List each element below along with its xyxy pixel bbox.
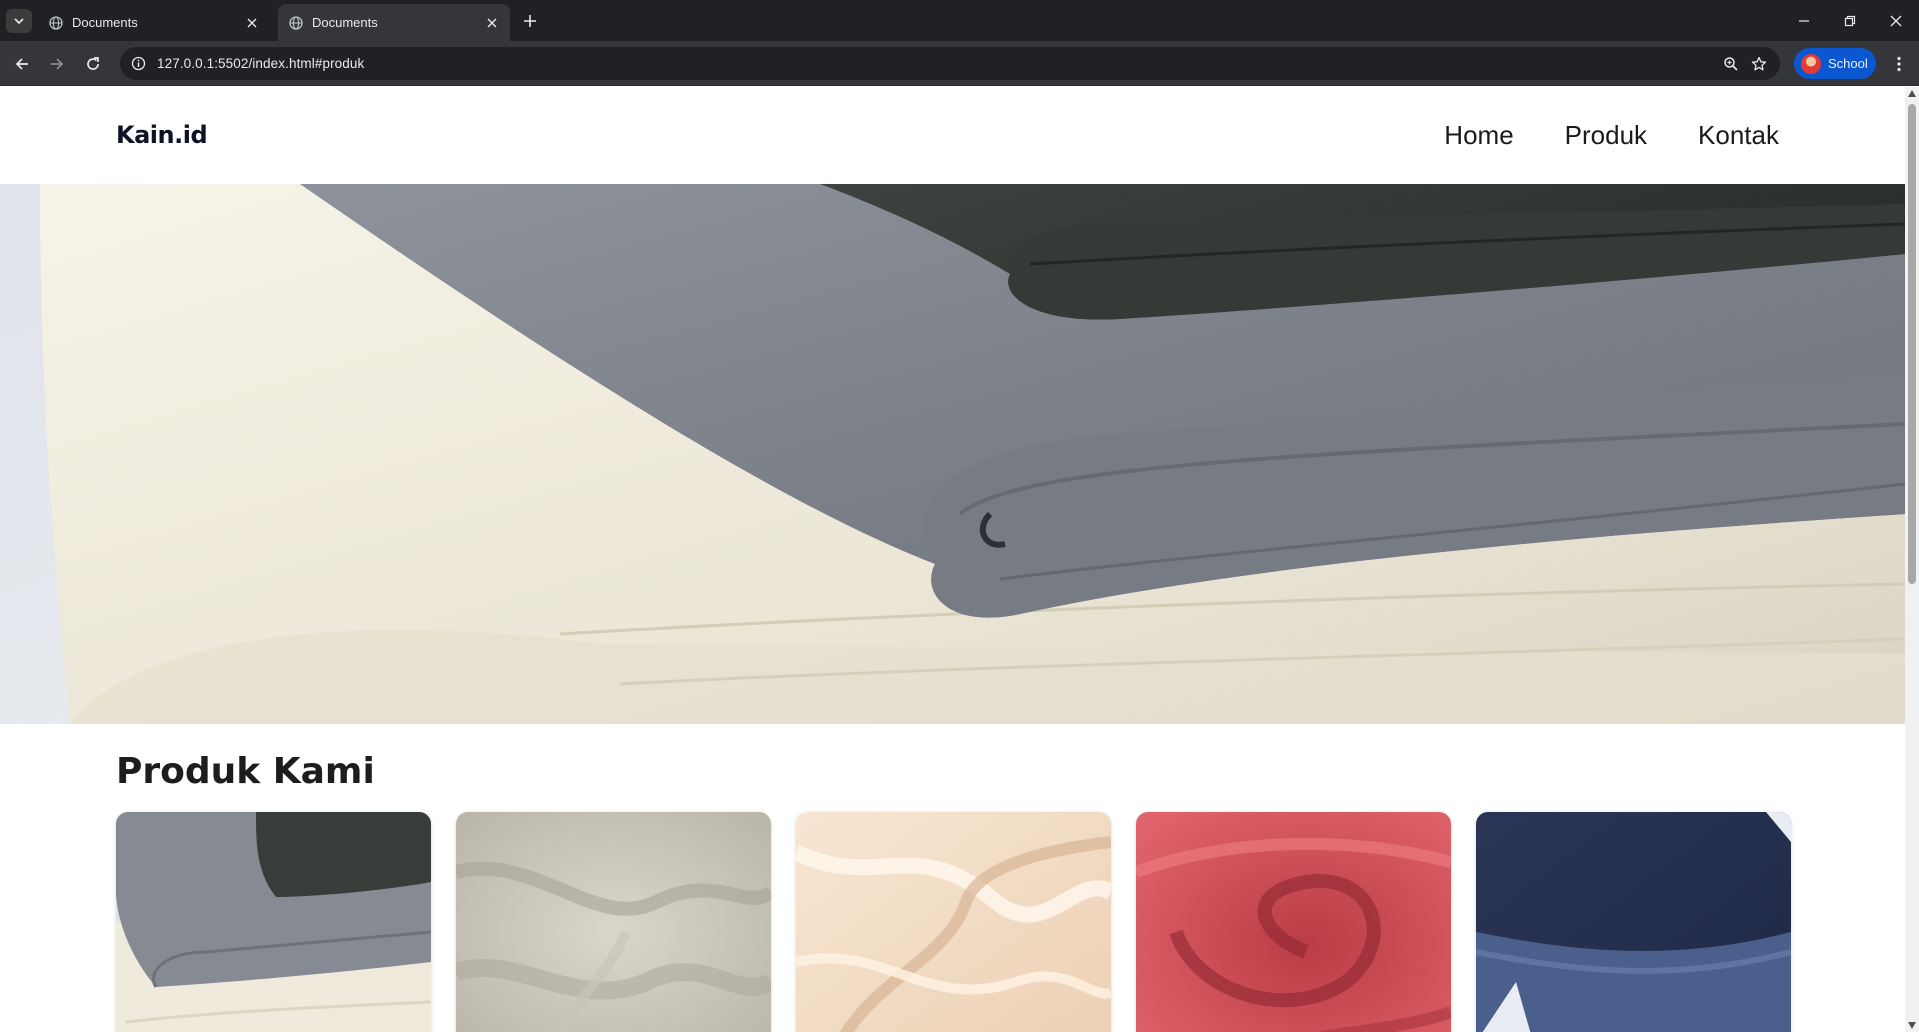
page-viewport: Kain.id Home Produk Kontak Produk Kami: [0, 87, 1905, 1032]
nav-link-home[interactable]: Home: [1444, 120, 1513, 151]
arrow-left-icon: [15, 58, 28, 70]
close-tab-icon[interactable]: [242, 13, 262, 33]
site-nav: Home Produk Kontak: [1393, 120, 1779, 151]
product-card[interactable]: [1476, 812, 1791, 1032]
tab-title: Documents: [72, 15, 138, 30]
scroll-down-icon[interactable]: [1908, 1022, 1916, 1029]
browser-toolbar: 127.0.0.1:5502/index.html#produk School: [0, 41, 1919, 86]
url-text: 127.0.0.1:5502/index.html#produk: [157, 56, 365, 71]
close-tab-icon[interactable]: [482, 13, 502, 33]
folded-cotton-fabric-image: [116, 812, 431, 1032]
browser-menu-button[interactable]: [1886, 49, 1912, 79]
zoom-icon[interactable]: [1720, 53, 1742, 75]
browser-tab-1[interactable]: Documents: [38, 4, 270, 41]
product-card[interactable]: [456, 812, 771, 1032]
linen-fabric-image: [456, 812, 771, 1032]
minimize-button[interactable]: [1781, 0, 1827, 41]
profile-button[interactable]: School: [1794, 48, 1876, 79]
reload-icon: [87, 57, 99, 70]
browser-tab-strip: Documents Documents: [0, 0, 1919, 41]
folded-fabric-stack-image: [0, 184, 1905, 724]
close-window-button[interactable]: [1873, 0, 1919, 41]
more-vertical-icon: [1897, 56, 1901, 72]
bookmark-star-icon[interactable]: [1748, 53, 1770, 75]
plus-icon: [524, 15, 536, 27]
tab-title: Documents: [312, 15, 378, 30]
browser-tab-2-active[interactable]: Documents: [278, 4, 510, 41]
chevron-down-icon: [14, 18, 24, 25]
site-info-icon[interactable]: [129, 54, 148, 73]
hero-banner: [0, 184, 1905, 724]
close-icon: [1890, 15, 1902, 26]
back-button[interactable]: [7, 49, 37, 79]
tab-search-button[interactable]: [6, 9, 32, 33]
new-tab-button[interactable]: [518, 10, 542, 32]
globe-icon: [288, 15, 304, 31]
product-card[interactable]: [796, 812, 1111, 1032]
satin-fabric-image: [796, 812, 1111, 1032]
globe-icon: [48, 15, 64, 31]
products-section-title: Produk Kami: [116, 751, 375, 792]
avatar: [1801, 53, 1821, 74]
scrollbar-thumb[interactable]: [1908, 104, 1916, 584]
minimize-icon: [1799, 19, 1809, 22]
product-card[interactable]: [116, 812, 431, 1032]
product-card[interactable]: [1136, 812, 1451, 1032]
restore-icon: [1844, 15, 1856, 26]
nav-link-kontak[interactable]: Kontak: [1698, 120, 1779, 151]
page-scrollbar[interactable]: [1905, 87, 1919, 1032]
product-grid: [116, 812, 1791, 1032]
scroll-up-icon[interactable]: [1908, 90, 1916, 97]
site-header: Kain.id Home Produk Kontak: [0, 87, 1905, 184]
arrow-right-icon: [51, 58, 64, 70]
nav-link-produk[interactable]: Produk: [1565, 120, 1647, 151]
address-bar[interactable]: 127.0.0.1:5502/index.html#produk: [120, 47, 1780, 80]
red-fabric-image: [1136, 812, 1451, 1032]
site-logo[interactable]: Kain.id: [116, 121, 208, 149]
profile-label: School: [1828, 56, 1868, 71]
reload-button[interactable]: [78, 49, 108, 79]
denim-fabric-image: [1476, 812, 1791, 1032]
forward-button[interactable]: [42, 49, 72, 79]
restore-button[interactable]: [1827, 0, 1873, 41]
